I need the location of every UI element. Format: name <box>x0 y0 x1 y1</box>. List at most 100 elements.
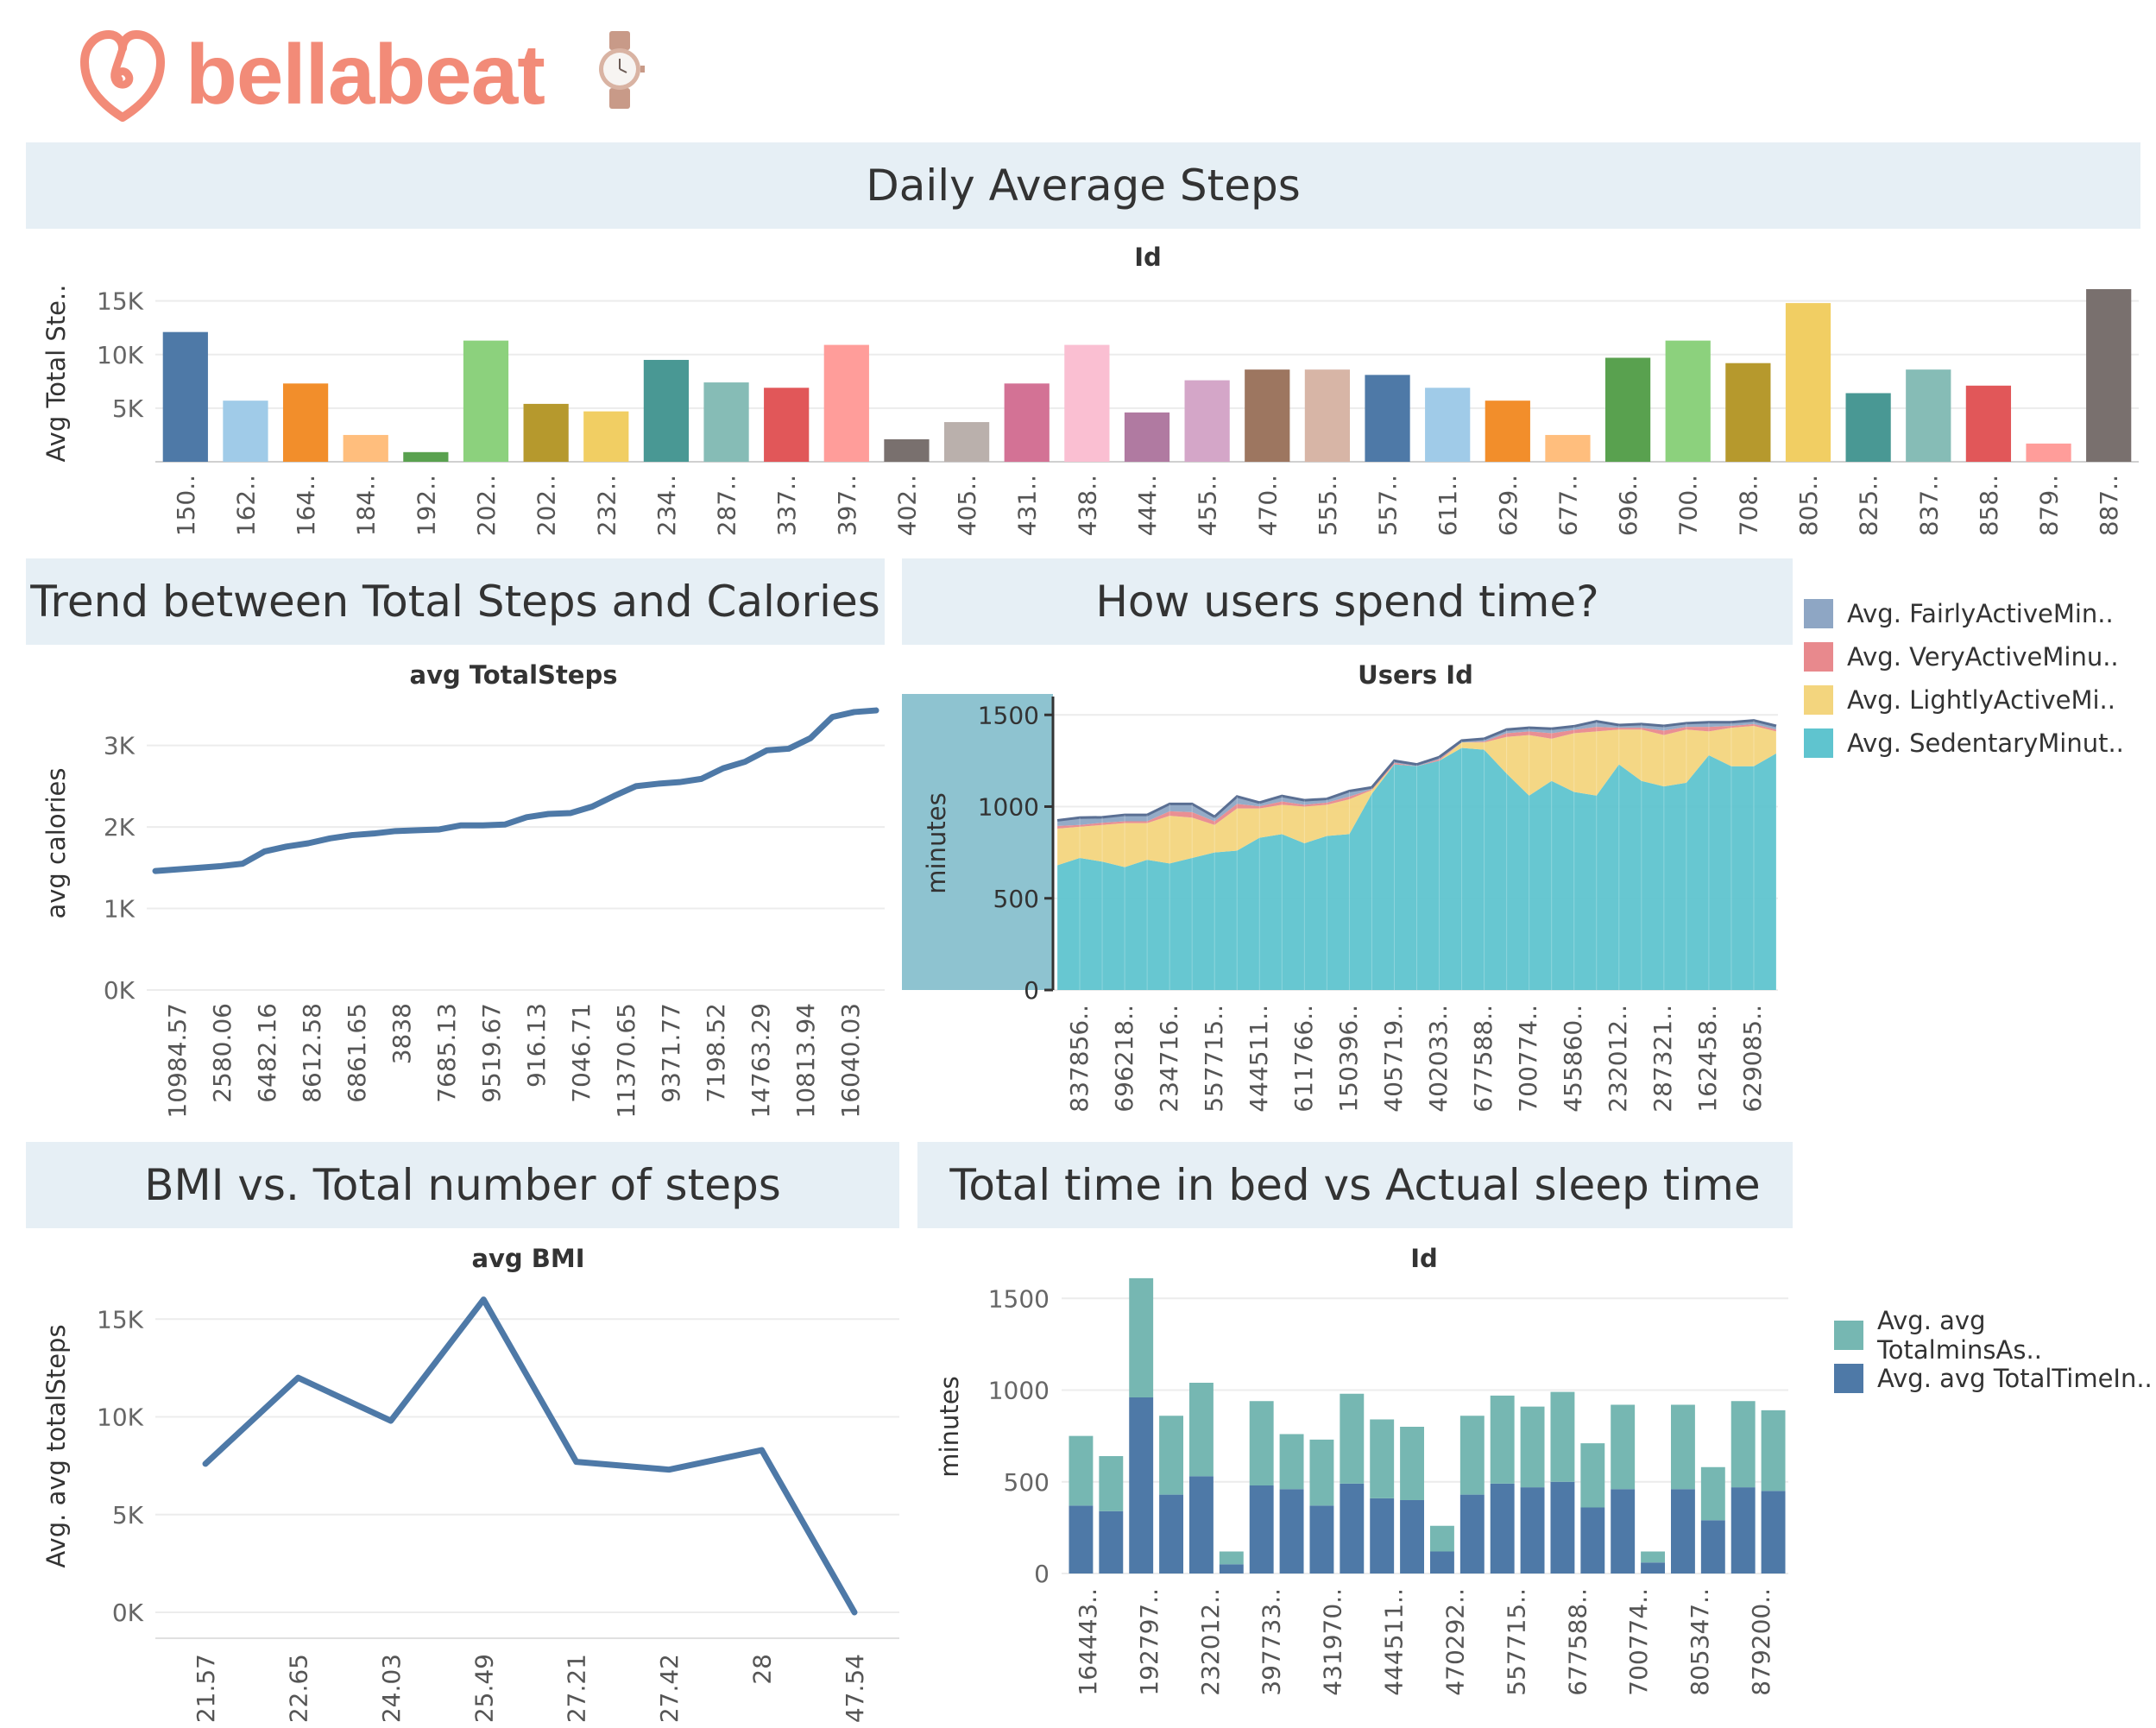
bar <box>1069 1505 1094 1573</box>
y-tick-label: 1500 <box>988 1284 1050 1313</box>
bmi-steps-svg: avg BMI 0K 5K 10K 15K Avg. avg totalSteps 21.5… <box>41 1244 899 1723</box>
legend-label: Avg. FairlyActiveMin.. <box>1847 599 2114 628</box>
daily-steps-banner: Daily Average Steps <box>26 142 2140 229</box>
x-tick-label: 629085.. <box>1738 1005 1767 1113</box>
x-tick-label: 444511.. <box>1245 1005 1273 1113</box>
bmi-steps-chart: avg BMI 0K 5K 10K 15K Avg. avg totalSteps 21.5… <box>0 1233 915 1725</box>
bar <box>1400 1500 1425 1573</box>
x-tick-label: 202.. <box>533 475 561 536</box>
bar <box>1665 340 1711 462</box>
bar <box>1365 375 1410 462</box>
x-tick-label: 431970.. <box>1319 1588 1347 1696</box>
bar <box>884 438 930 462</box>
legend-swatch <box>1834 1321 1863 1350</box>
x-tick-label: 164.. <box>292 475 320 536</box>
bar <box>943 422 990 462</box>
y-axis-label: minutes <box>922 792 951 893</box>
bar <box>1641 1562 1666 1573</box>
x-tick-label: 8612.58 <box>298 1003 326 1103</box>
x-tick-label: 232012.. <box>1604 1005 1632 1113</box>
x-tick-label: 397.. <box>833 475 861 536</box>
time-spend-banner: How users spend time? <box>902 558 1793 645</box>
y-axis-label: avg calories <box>41 767 71 918</box>
x-tick-label: 337.. <box>772 475 801 536</box>
x-tick-label: 10813.94 <box>791 1003 820 1119</box>
x-tick-label: 555.. <box>1314 475 1342 536</box>
y-tick-label: 1500 <box>978 701 1039 729</box>
bar <box>1129 1277 1154 1397</box>
bar <box>1761 1410 1786 1492</box>
bar <box>1370 1498 1395 1573</box>
bar <box>1004 383 1050 462</box>
brand-name: bellabeat <box>186 27 545 122</box>
y-tick-label: 1000 <box>988 1377 1050 1405</box>
bar <box>703 382 749 462</box>
legend-swatch <box>1804 685 1833 715</box>
legend-item: Avg. SedentaryMinut.. <box>1804 722 2124 765</box>
sleep-svg: Id 0 500 1000 1500 minutes 164443.. 192797.. 232… <box>935 1244 1788 1696</box>
sleep-banner: Total time in bed vs Actual sleep time <box>917 1142 1793 1228</box>
bar <box>282 383 329 462</box>
bar <box>1965 385 2012 462</box>
x-tick-label: 232.. <box>592 475 621 536</box>
x-tick-label: 805.. <box>1794 475 1823 536</box>
x-tick-label: 438.. <box>1073 475 1101 536</box>
x-tick-label: 837856.. <box>1065 1005 1094 1113</box>
bar <box>1611 1404 1636 1490</box>
x-tick-label: 3838 <box>388 1003 416 1064</box>
line-series <box>152 707 879 874</box>
time-spend-chart: Users Id 0 500 1000 1500 minutes 837856.. 69621… <box>898 649 1795 1137</box>
bar <box>1184 380 1230 462</box>
x-tick-label: 202.. <box>472 475 501 536</box>
bar <box>1425 388 1471 462</box>
x-tick-label: 700774.. <box>1624 1588 1653 1696</box>
y-tick-label: 1000 <box>978 793 1039 822</box>
x-tick-label: 7685.13 <box>432 1003 461 1103</box>
x-tick-label: 184.. <box>352 475 381 536</box>
bar <box>1906 369 1951 462</box>
x-tick-label: 696.. <box>1614 475 1642 536</box>
x-tick-label: 162.. <box>231 475 260 536</box>
bar <box>2086 288 2132 462</box>
bar <box>1340 1483 1365 1573</box>
steps-calories-banner: Trend between Total Steps and Calories <box>26 558 885 645</box>
x-tick-label: 455.. <box>1194 475 1222 536</box>
chart-title: avg TotalSteps <box>410 660 618 690</box>
bar <box>1129 1397 1154 1573</box>
x-tick-label: 916.13 <box>522 1003 551 1088</box>
bar <box>1845 393 1891 462</box>
legend-swatch <box>1834 1364 1863 1393</box>
legend-label: Avg. avg TotalTimeIn.. <box>1877 1364 2153 1393</box>
x-tick-label: 397733.. <box>1258 1588 1286 1696</box>
bar <box>1245 369 1290 462</box>
bar <box>343 434 388 462</box>
bar <box>1641 1551 1666 1563</box>
bar <box>1279 1489 1304 1573</box>
x-tick-label: 164443.. <box>1074 1588 1102 1696</box>
y-axis-label: Avg. avg totalSteps <box>41 1324 71 1567</box>
y-tick-label: 15K <box>97 287 144 316</box>
bar <box>403 451 449 462</box>
bar <box>1400 1427 1425 1500</box>
bar <box>1340 1393 1365 1484</box>
bar <box>1249 1485 1274 1573</box>
x-tick-label: 47.54 <box>841 1654 869 1723</box>
bar <box>1550 1391 1575 1482</box>
chart-title: avg BMI <box>471 1244 584 1273</box>
time-spend-svg: Users Id 0 500 1000 1500 minutes 837856.. 69621… <box>902 660 1778 1113</box>
bar <box>1730 1487 1756 1573</box>
chart-title: Id <box>1134 243 1162 272</box>
sleep-legend: Avg. avg TotalminsAs.. Avg. avg TotalTim… <box>1834 1306 2156 1400</box>
x-tick-label: 879.. <box>2035 475 2064 536</box>
watch-icon <box>594 31 646 109</box>
bar <box>1099 1456 1124 1511</box>
x-tick-label: 837.. <box>1914 475 1943 536</box>
bar <box>1304 369 1351 462</box>
x-tick-label: 700774.. <box>1514 1005 1542 1113</box>
bar <box>223 400 268 462</box>
bar <box>1279 1434 1304 1490</box>
x-tick-label: 402033.. <box>1424 1005 1453 1113</box>
bar <box>1219 1564 1244 1573</box>
bmi-steps-banner: BMI vs. Total number of steps <box>26 1142 899 1228</box>
bar <box>463 340 509 462</box>
